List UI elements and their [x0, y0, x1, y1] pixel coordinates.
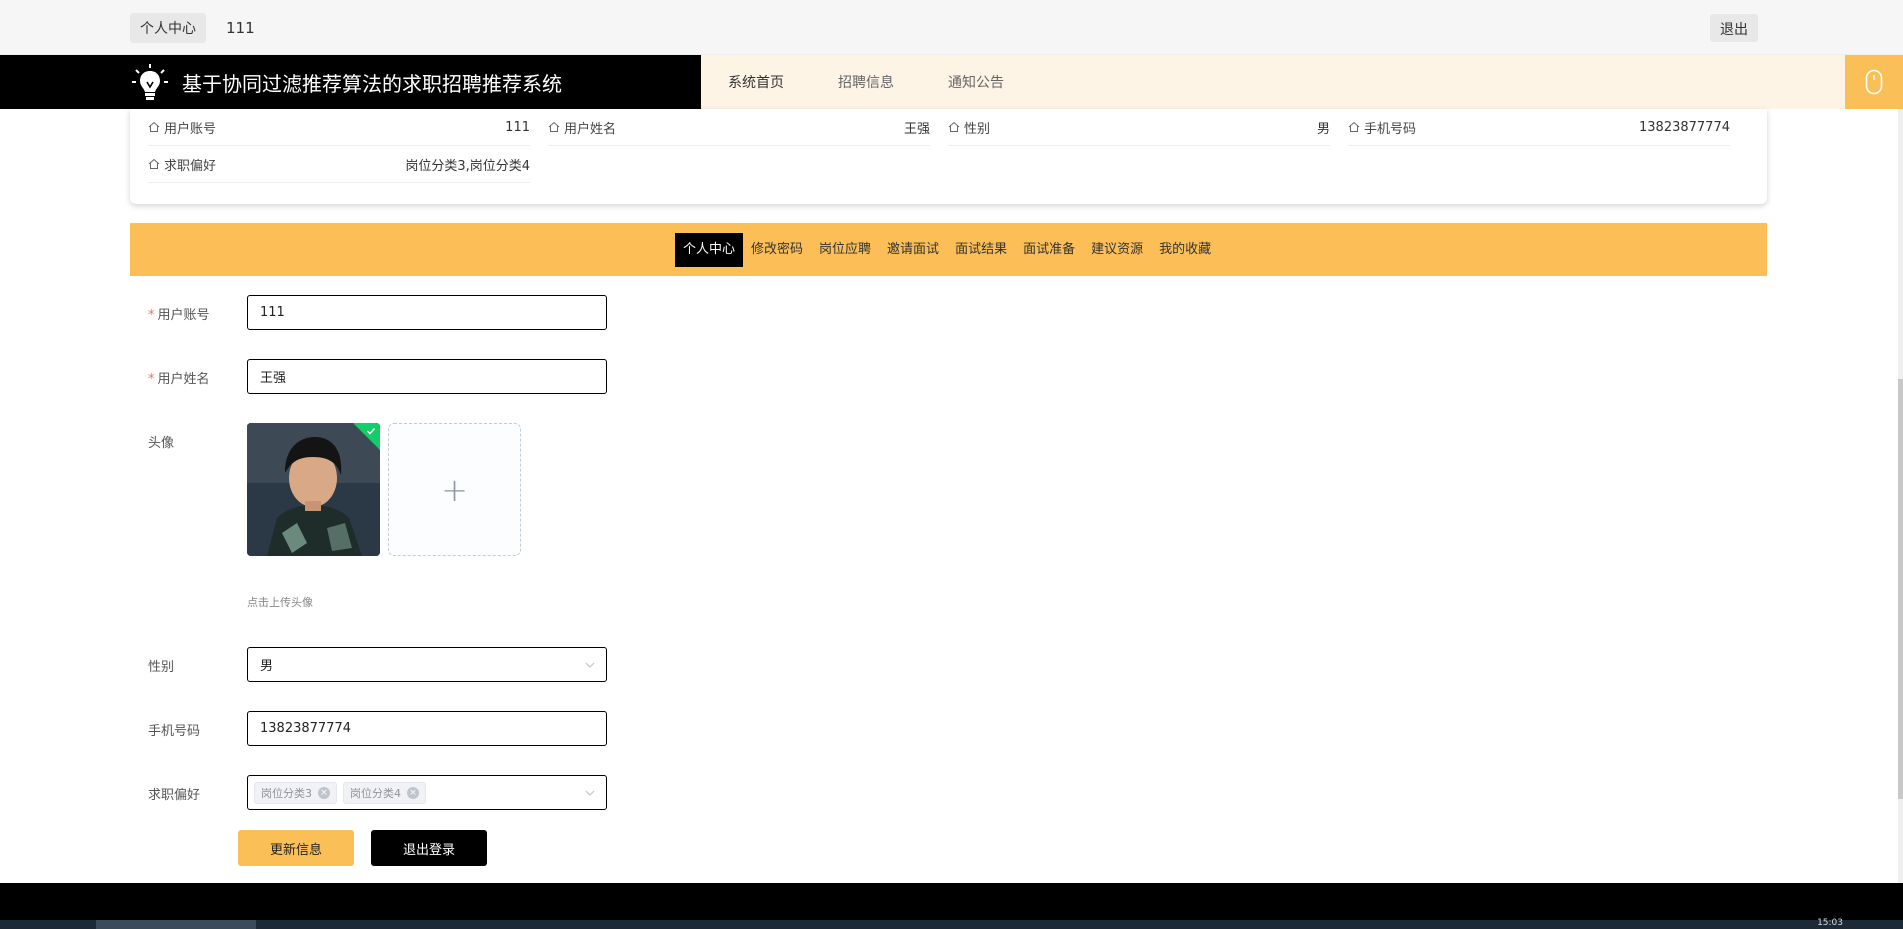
- tab-personal-center[interactable]: 个人中心: [675, 233, 744, 267]
- preference-multiselect[interactable]: 岗位分类3 × 岗位分类4 ×: [247, 775, 607, 810]
- tab-favorites[interactable]: 我的收藏: [1151, 233, 1219, 267]
- info-name-label: 用户姓名: [564, 121, 617, 137]
- info-gender: 性别 男: [948, 109, 1330, 146]
- home-icon: [148, 158, 160, 169]
- info-name: 用户姓名 王强: [548, 109, 930, 146]
- site-title: 基于协同过滤推荐算法的求职招聘推荐系统: [182, 71, 562, 96]
- avatar-upload-box[interactable]: +: [388, 423, 521, 556]
- top-logout-button[interactable]: 退出: [1710, 14, 1758, 42]
- info-phone-value: 13823877774: [1639, 119, 1730, 135]
- tab-job-applications[interactable]: 岗位应聘: [811, 233, 879, 267]
- info-preference-label: 求职偏好: [164, 158, 217, 174]
- avatar-picture: [247, 423, 380, 556]
- main-nav: 系统首页 招聘信息 通知公告: [701, 55, 1031, 109]
- mouse-button[interactable]: [1845, 55, 1903, 109]
- check-icon: [366, 427, 376, 435]
- preference-tag: 岗位分类3 ×: [254, 781, 337, 804]
- tab-interview-invites[interactable]: 邀请面试: [879, 233, 947, 267]
- name-label: * 用户姓名: [148, 372, 210, 387]
- top-bar-left: 个人中心 111: [130, 13, 255, 43]
- nav-jobs[interactable]: 招聘信息: [811, 72, 921, 92]
- brand[interactable]: 基于协同过滤推荐算法的求职招聘推荐系统: [0, 55, 701, 109]
- lightbulb-logo-icon: [132, 64, 168, 100]
- info-preference-value: 岗位分类3,岗位分类4: [405, 158, 530, 174]
- center-tabs-bar: 个人中心 修改密码 岗位应聘 邀请面试 面试结果 面试准备 建议资源 我的收藏: [130, 223, 1767, 276]
- chevron-down-icon: [585, 662, 595, 668]
- tab-change-password[interactable]: 修改密码: [743, 233, 811, 267]
- home-icon: [148, 121, 160, 132]
- info-phone-label: 手机号码: [1364, 121, 1417, 137]
- gender-select[interactable]: 男: [247, 647, 607, 682]
- name-field[interactable]: 王强: [247, 359, 607, 394]
- account-field[interactable]: 111: [247, 295, 607, 330]
- preference-tag: 岗位分类4 ×: [343, 781, 426, 804]
- center-tabs: 个人中心 修改密码 岗位应聘 邀请面试 面试结果 面试准备 建议资源 我的收藏: [675, 233, 1219, 267]
- phone-field[interactable]: 13823877774: [247, 711, 607, 746]
- logout-button[interactable]: 退出登录: [371, 830, 487, 866]
- nav-notices[interactable]: 通知公告: [921, 72, 1031, 92]
- phone-label: 手机号码: [148, 724, 201, 739]
- mouse-icon: [1865, 69, 1883, 95]
- plus-icon: +: [441, 470, 468, 509]
- username-label: 111: [226, 19, 255, 37]
- taskbar-active-app[interactable]: [96, 920, 256, 929]
- tab-interview-results[interactable]: 面试结果: [947, 233, 1015, 267]
- scrollbar-thumb[interactable]: [1898, 379, 1903, 799]
- user-info-card: 用户账号 111 用户姓名 王强 性别 男 手机号码 13823877774 求…: [130, 109, 1767, 204]
- info-gender-value: 男: [1316, 121, 1330, 137]
- nav-home[interactable]: 系统首页: [701, 72, 811, 92]
- upload-tip: 点击上传头像: [247, 596, 313, 609]
- info-account: 用户账号 111: [148, 109, 530, 146]
- info-gender-label: 性别: [964, 121, 991, 137]
- page-scrollbar[interactable]: [1898, 109, 1903, 883]
- taskbar-clock: 15:03: [1817, 918, 1843, 928]
- tag-close-icon[interactable]: ×: [318, 786, 330, 799]
- personal-center-tag[interactable]: 个人中心: [130, 13, 206, 43]
- account-label: * 用户账号: [148, 308, 210, 323]
- page-footer: [0, 883, 1903, 920]
- os-taskbar: 15:03: [0, 918, 1903, 929]
- tab-interview-prep[interactable]: 面试准备: [1015, 233, 1083, 267]
- avatar-label: 头像: [148, 436, 175, 451]
- gender-label: 性别: [148, 660, 175, 675]
- site-header: 基于协同过滤推荐算法的求职招聘推荐系统 系统首页 招聘信息 通知公告: [0, 55, 1903, 109]
- top-bar: 个人中心 111 退出: [0, 0, 1903, 55]
- tab-suggested-resources[interactable]: 建议资源: [1083, 233, 1151, 267]
- info-account-value: 111: [505, 119, 530, 135]
- info-name-value: 王强: [903, 121, 930, 137]
- home-icon: [548, 121, 560, 132]
- info-account-label: 用户账号: [164, 121, 217, 137]
- tag-close-icon[interactable]: ×: [407, 786, 419, 799]
- avatar-image[interactable]: [247, 423, 380, 556]
- preference-label: 求职偏好: [148, 788, 201, 803]
- info-phone: 手机号码 13823877774: [1348, 109, 1730, 146]
- update-info-button[interactable]: 更新信息: [238, 830, 354, 866]
- info-preference: 求职偏好 岗位分类3,岗位分类4: [148, 146, 530, 183]
- home-icon: [948, 121, 960, 132]
- home-icon: [1348, 121, 1360, 132]
- chevron-down-icon: [585, 790, 595, 796]
